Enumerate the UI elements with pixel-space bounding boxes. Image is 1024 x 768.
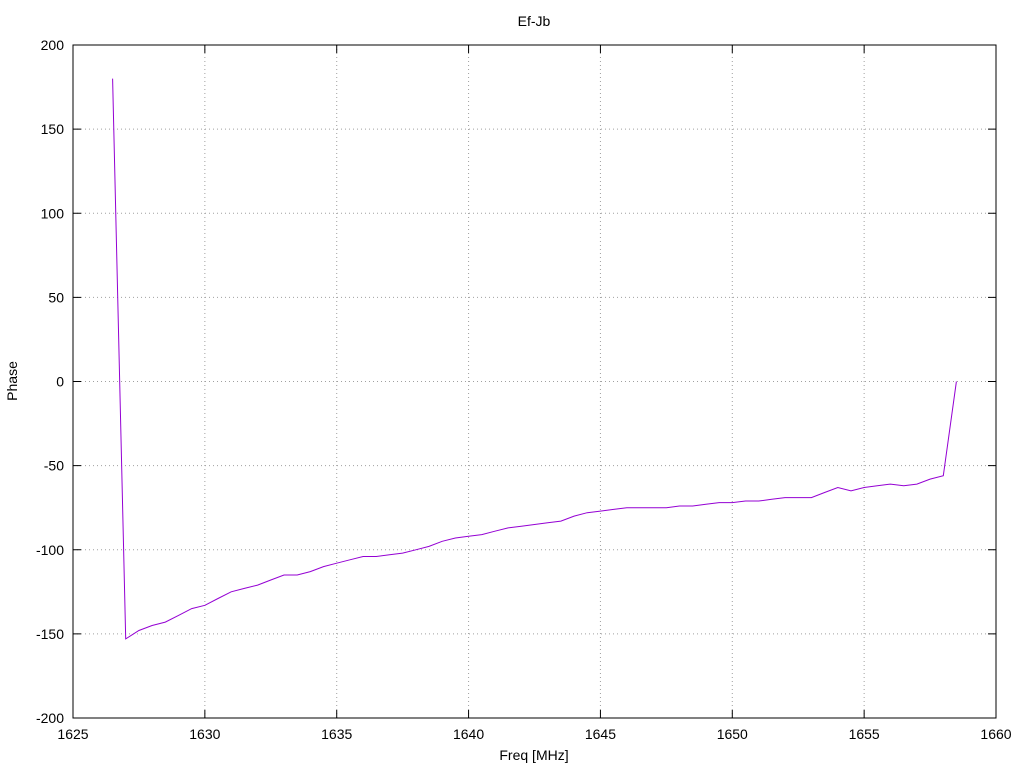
x-tick-labels: 1625 1630 1635 1640 1645 1650 1655 1660 bbox=[57, 726, 1011, 742]
x-tick-label: 1630 bbox=[189, 726, 220, 742]
phase-chart: Ef-Jb 1625 1630 1635 1640 1645 1650 1655 1660 -… bbox=[4, 13, 1012, 763]
y-tick-label: -50 bbox=[44, 458, 64, 474]
x-tick-label: 1625 bbox=[57, 726, 88, 742]
phase-series-line bbox=[112, 78, 957, 640]
x-tick-label: 1655 bbox=[849, 726, 880, 742]
y-tick-label: 100 bbox=[41, 205, 65, 221]
y-tick-label: 50 bbox=[48, 289, 64, 305]
x-tick-label: 1650 bbox=[717, 726, 748, 742]
grid-lines bbox=[73, 45, 996, 718]
x-tick-label: 1640 bbox=[453, 726, 484, 742]
chart-title: Ef-Jb bbox=[518, 13, 551, 29]
y-tick-label: 200 bbox=[41, 37, 65, 53]
y-axis-label: Phase bbox=[4, 361, 20, 401]
x-tick-label: 1645 bbox=[585, 726, 616, 742]
y-tick-label: -200 bbox=[36, 710, 64, 726]
y-tick-label: 0 bbox=[56, 374, 64, 390]
y-tick-labels: -200 -150 -100 -50 0 50 100 150 200 bbox=[36, 37, 64, 726]
x-tick-label: 1660 bbox=[980, 726, 1011, 742]
x-tick-label: 1635 bbox=[321, 726, 352, 742]
y-tick-label: -100 bbox=[36, 542, 64, 558]
y-tick-label: -150 bbox=[36, 626, 64, 642]
y-tick-label: 150 bbox=[41, 121, 65, 137]
x-axis-label: Freq [MHz] bbox=[499, 747, 568, 763]
